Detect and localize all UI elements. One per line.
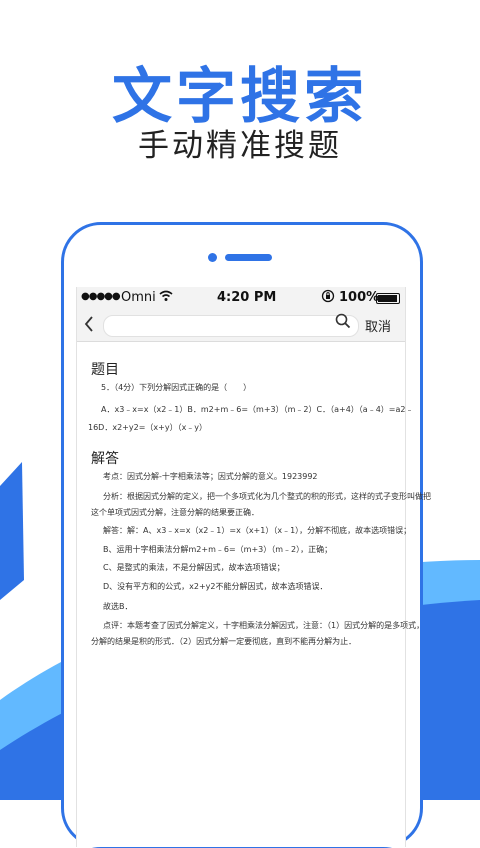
signal-strength: ●●●●●: [81, 291, 121, 302]
status-bar: ●●●●● Omni 4:20 PM 100%: [77, 287, 405, 309]
battery-icon: [376, 293, 400, 304]
answer-line: C、是整式的乘法，不是分解因式，故本选项错误；: [103, 563, 285, 572]
battery-percent: 100%: [339, 290, 380, 305]
search-nav-bar: 取消: [77, 309, 405, 342]
speaker-bar: [225, 254, 272, 261]
answer-line: 故选B．: [103, 602, 133, 611]
answer-line: 分解的结果是积的形式．（2）因式分解一定要彻底，直到不能再分解为止．: [91, 637, 357, 646]
answer-line: 解答：解：A、x3﹣x=x（x2﹣1）=x（x+1）（x﹣1），分解不彻底，故本…: [103, 526, 412, 535]
question-options-line-2: 16D．x2+y2=（x+y）（x﹣y）: [88, 423, 208, 432]
carrier-name: Omni: [121, 290, 156, 305]
question-stem: 5．（4分）下列分解因式正确的是（ ）: [101, 383, 252, 392]
phone-speaker: [208, 253, 272, 262]
answer-line: 这个单项式因式分解，注意分解的结果要正确．: [91, 508, 259, 517]
answer-line: 点评：本题考查了因式分解定义，十字相乘法分解因式，注意：（1）因式分解的是多项式…: [103, 621, 425, 630]
question-options-line-1: A．x3﹣x=x（x2﹣1）B．m2+m﹣6=（m+3）（m﹣2）C．（a+4）…: [101, 405, 414, 414]
wifi-icon: [159, 290, 173, 305]
answer-line: D、没有平方和的公式，x2+y2不能分解因式，故本选项错误．: [103, 582, 328, 591]
answer-line: 考点：因式分解-十字相乘法等；因式分解的意义。1923992: [103, 472, 318, 481]
subheadline: 手动精准搜题: [138, 128, 342, 164]
search-icon[interactable]: [335, 313, 351, 329]
cancel-button[interactable]: 取消: [365, 316, 391, 335]
camera-dot: [208, 253, 217, 262]
status-time: 4:20 PM: [217, 290, 277, 305]
chevron-left-icon[interactable]: [83, 313, 95, 340]
phone-mockup: ●●●●● Omni 4:20 PM 100% 取消 题目 5．（4分）下列分解…: [61, 222, 431, 848]
search-input[interactable]: [103, 315, 359, 337]
phone-screen: ●●●●● Omni 4:20 PM 100% 取消 题目 5．（4分）下列分解…: [76, 287, 431, 847]
rotation-lock-icon: [321, 289, 335, 307]
answer-line: B、运用十字相乘法分解m2+m﹣6=（m+3）（m﹣2），正确；: [103, 545, 333, 554]
answer-line: 分析：根据因式分解的定义，把一个多项式化为几个整式的积的形式，这样的式子变形叫做…: [103, 492, 431, 501]
question-heading: 题目: [91, 362, 119, 378]
answer-heading: 解答: [91, 451, 119, 467]
